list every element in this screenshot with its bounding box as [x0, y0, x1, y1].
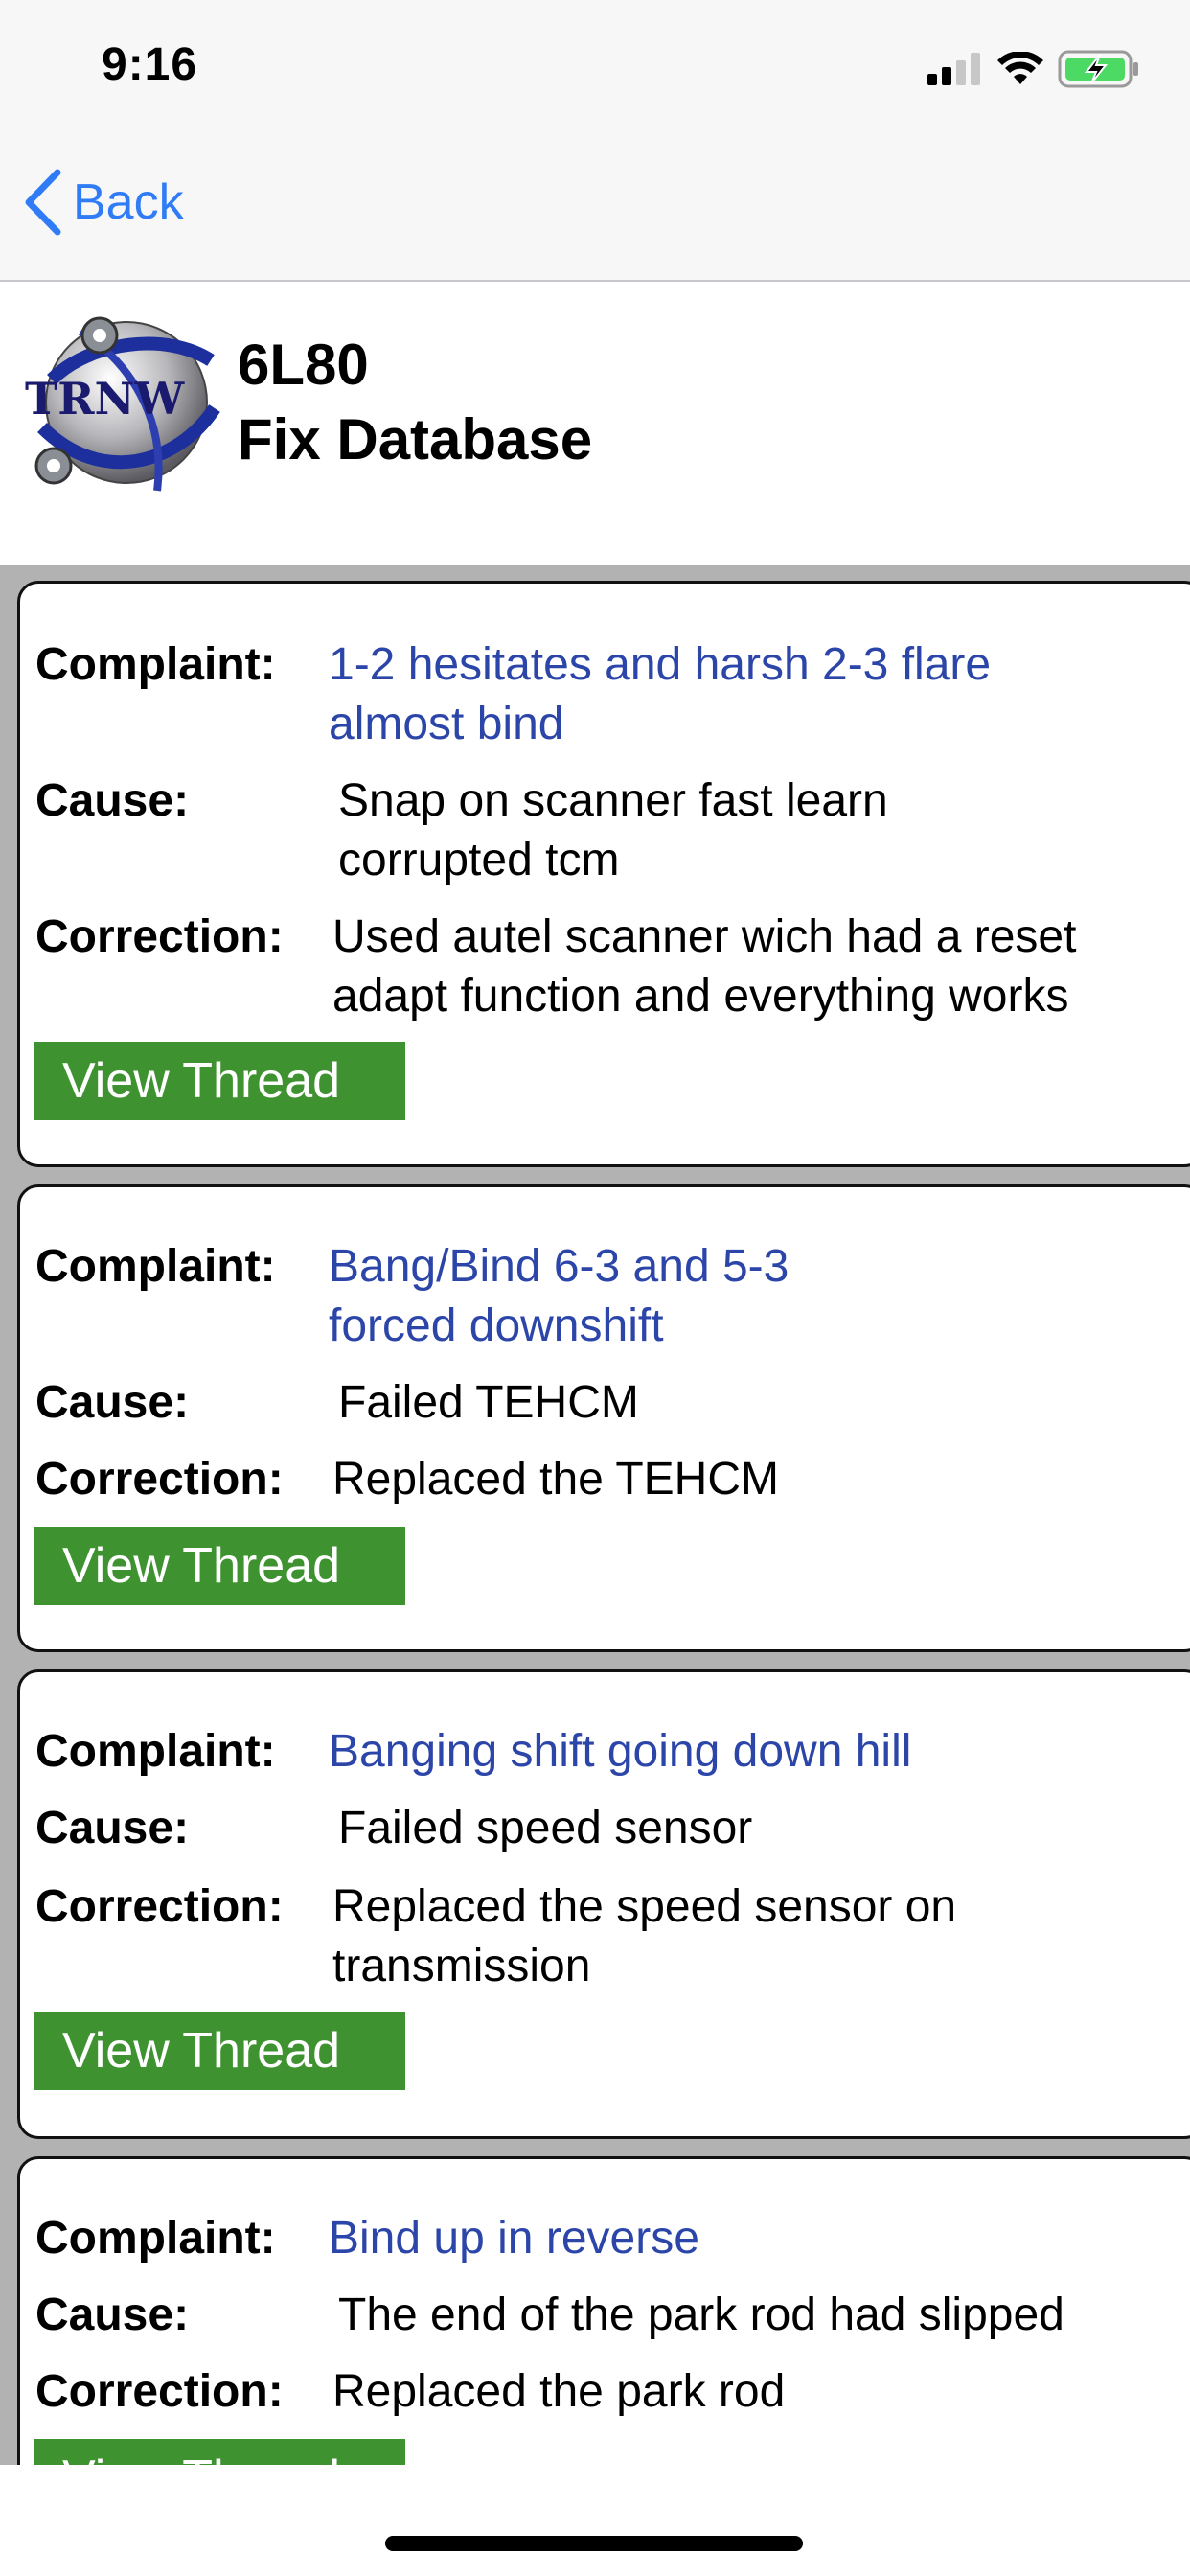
complaint-value: Bind up in reverse — [329, 2213, 699, 2264]
cause-label: Cause: — [35, 775, 190, 826]
view-thread-button[interactable]: View Thread — [34, 2012, 405, 2090]
page-title-line1: 6L80 — [238, 333, 369, 397]
complaint-value: 1-2 hesitates and harsh 2-3 flare almost… — [329, 639, 992, 749]
cause-value: The end of the park rod had slipped — [338, 2289, 1064, 2340]
logo-text: TRNW — [25, 373, 186, 425]
complaint-value: Bang/Bind 6-3 and 5-3 forced downshift — [329, 1241, 790, 1351]
view-thread-button[interactable]: View Thread — [34, 1042, 405, 1120]
complaint-label: Complaint: — [35, 1241, 276, 1292]
fix-list[interactable]: Complaint: 1-2 hesitates and harsh 2-3 f… — [0, 565, 1190, 2465]
cause-label: Cause: — [35, 2289, 190, 2340]
cause-label: Cause: — [35, 1377, 190, 1428]
fix-card: Complaint: 1-2 hesitates and harsh 2-3 f… — [17, 581, 1190, 1167]
signal-icon — [927, 53, 980, 85]
trnw-logo: TRNW — [25, 316, 220, 492]
complaint-value: Banging shift going down hill — [329, 1726, 912, 1777]
complaint-label: Complaint: — [35, 639, 276, 690]
correction-label: Correction: — [35, 1881, 284, 1932]
page-title-line2: Fix Database — [238, 407, 593, 472]
correction-value: Replaced the TEHCM — [332, 1454, 779, 1505]
complaint-label: Complaint: — [35, 1726, 276, 1777]
battery-charging-icon — [1058, 50, 1138, 88]
view-thread-button[interactable]: View Thread — [34, 2439, 405, 2465]
fix-card: Complaint: Bind up in reverse Cause: The… — [17, 2156, 1190, 2465]
page-header: TRNW 6L80 Fix Database — [0, 282, 1190, 565]
cause-label: Cause: — [35, 1803, 190, 1853]
status-icons — [927, 50, 1140, 88]
back-button[interactable]: Back — [23, 169, 184, 236]
wifi-icon — [997, 52, 1043, 84]
complaint-label: Complaint: — [35, 2213, 276, 2264]
correction-value: Used autel scanner wich had a reset adap… — [332, 911, 1077, 1022]
back-label: Back — [73, 174, 184, 230]
chevron-left-icon — [25, 169, 61, 236]
fix-card: Complaint: Banging shift going down hill… — [17, 1669, 1190, 2139]
cause-value: Snap on scanner fast learn corrupted tcm — [338, 775, 888, 886]
correction-label: Correction: — [35, 1454, 284, 1505]
page-title: 6L80 Fix Database — [238, 328, 592, 477]
home-indicator-area — [0, 2465, 1190, 2576]
correction-value: Replaced the speed sensor on transmissio… — [332, 1881, 957, 1991]
status-time: 9:16 — [102, 39, 198, 90]
view-thread-button[interactable]: View Thread — [34, 1527, 405, 1605]
correction-value: Replaced the park rod — [332, 2366, 786, 2417]
cause-value: Failed speed sensor — [338, 1803, 753, 1853]
cause-value: Failed TEHCM — [338, 1377, 639, 1428]
status-bar: 9:16 — [0, 0, 1190, 134]
home-indicator[interactable] — [385, 2536, 803, 2551]
fix-card: Complaint: Bang/Bind 6-3 and 5-3 forced … — [17, 1184, 1190, 1652]
navigation-bar: Back — [0, 134, 1190, 282]
correction-label: Correction: — [35, 911, 284, 962]
correction-label: Correction: — [35, 2366, 284, 2417]
